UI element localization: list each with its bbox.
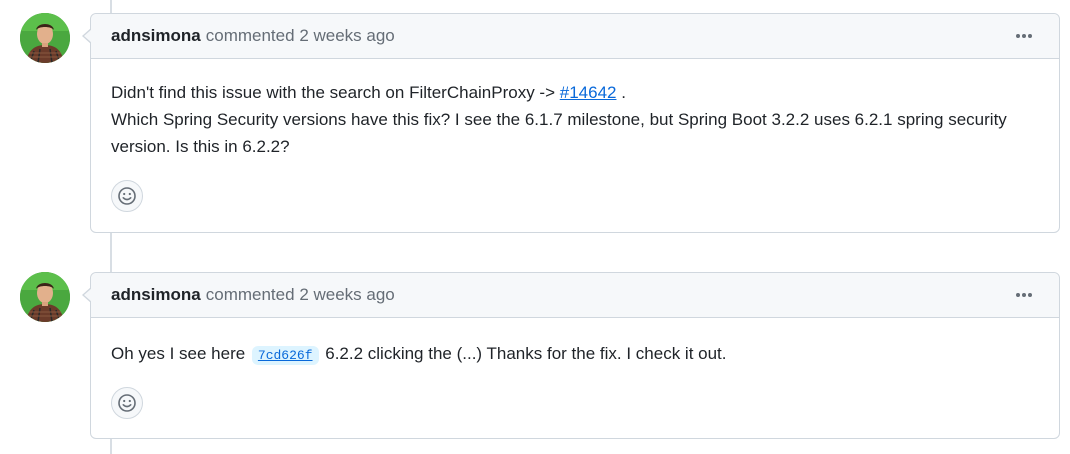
- comment-paragraph: Didn't find this issue with the search o…: [111, 83, 1007, 156]
- kebab-horizontal-icon[interactable]: [1009, 24, 1039, 48]
- avatar[interactable]: [20, 13, 70, 63]
- issue-link[interactable]: #14642: [560, 83, 617, 102]
- author-link[interactable]: adnsimona: [111, 26, 201, 46]
- kebab-horizontal-icon[interactable]: [1009, 283, 1039, 307]
- author-link[interactable]: adnsimona: [111, 285, 201, 305]
- avatar-image: [20, 272, 70, 322]
- comment-box: adnsimona commented 2 weeks ago Didn't f…: [82, 13, 1060, 233]
- avatar[interactable]: [20, 272, 70, 322]
- comment-box: adnsimona commented 2 weeks ago Oh yes I…: [82, 272, 1060, 439]
- comment-header: adnsimona commented 2 weeks ago: [91, 14, 1059, 59]
- comment-header: adnsimona commented 2 weeks ago: [91, 273, 1059, 318]
- discussion-timeline: adnsimona commented 2 weeks ago Didn't f…: [0, 0, 1070, 454]
- add-reaction-button[interactable]: [111, 387, 143, 419]
- commit-link[interactable]: 7cd626f: [251, 346, 319, 365]
- smiley-icon: [118, 187, 136, 205]
- comment-paragraph: Oh yes I see here 7cd626f 6.2.2 clicking…: [111, 344, 727, 365]
- smiley-icon: [118, 394, 136, 412]
- add-reaction-button[interactable]: [111, 180, 143, 212]
- comment-body: Didn't find this issue with the search o…: [91, 59, 1059, 228]
- comment-timestamp[interactable]: 2 weeks ago: [299, 26, 394, 46]
- comment-action: commented: [205, 285, 295, 304]
- comment-action: commented: [205, 26, 295, 45]
- comment-timestamp[interactable]: 2 weeks ago: [299, 285, 394, 305]
- comment-body: Oh yes I see here 7cd626f 6.2.2 clicking…: [91, 318, 1059, 435]
- avatar-image: [20, 13, 70, 63]
